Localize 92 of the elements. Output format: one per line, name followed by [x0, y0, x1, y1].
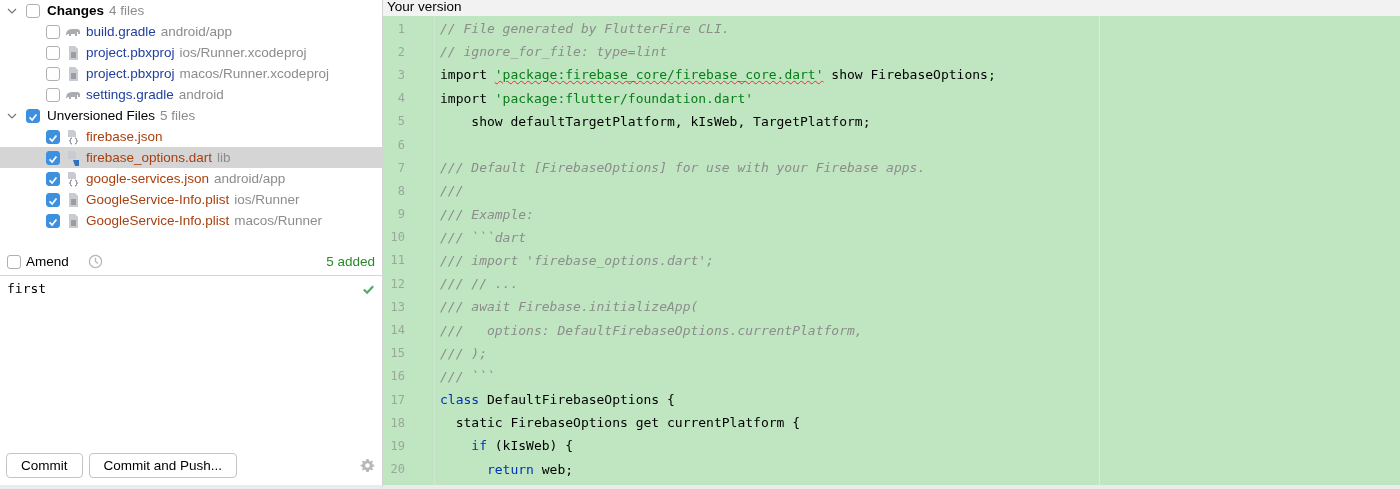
code-line: /// options: DefaultFirebaseOptions.currentPlatform, [440, 322, 863, 338]
code-line: return web; [485, 461, 574, 477]
line-number: 3 [396, 67, 405, 82]
group-label: Changes [47, 3, 104, 18]
code-line: // ignore_for_file: type=lint [440, 44, 667, 60]
checkbox[interactable] [46, 87, 60, 102]
code-line: /// Default [FirebaseOptions] for use with your Firebase apps. [440, 160, 926, 176]
file-row[interactable]: project.pbxproj macos/Runner.xcodeproj [0, 63, 382, 84]
code-line: /// await Firebase.initializeApp( [440, 299, 699, 315]
file-name: GoogleService-Info.plist [86, 213, 230, 228]
code-line: static FirebaseOptions get currentPlatform { [454, 415, 801, 431]
file-count: 5 files [160, 108, 196, 123]
code-line: /// ``` [440, 368, 495, 384]
code-line: /// ```dart [440, 229, 527, 245]
file-name: project.pbxproj [86, 66, 175, 81]
checkbox[interactable] [26, 108, 40, 123]
file-row[interactable]: GoogleService-Info.plist macos/Runner [0, 210, 382, 231]
line-number: 20 [389, 462, 405, 477]
line-number: 18 [389, 415, 405, 430]
line-number: 13 [389, 299, 405, 314]
code-line: /// Example: [440, 206, 534, 222]
code-line: show defaultTargetPlatform, kIsWeb, TargetPlatform; [470, 113, 871, 129]
file-path: android/app [214, 171, 286, 186]
file-path: ios/Runner [234, 192, 300, 207]
code-line: /// import 'firebase_options.dart'; [440, 252, 714, 268]
code-line: class DefaultFirebaseOptions { [440, 392, 675, 408]
file-row[interactable]: google-services.json android/app [0, 168, 382, 189]
code-line: // File generated by FlutterFire CLI. [440, 21, 730, 37]
file-name: build.gradle [86, 24, 156, 39]
line-number: 7 [396, 160, 405, 175]
checkbox[interactable] [46, 66, 60, 81]
line-number: 5 [396, 114, 405, 129]
file-name: project.pbxproj [86, 45, 175, 60]
checkbox[interactable] [26, 3, 40, 18]
checkbox[interactable] [46, 171, 60, 186]
file-path: macos/Runner.xcodeproj [179, 66, 329, 81]
commit-message-field[interactable]: first [0, 276, 382, 453]
line-number: 14 [389, 323, 405, 338]
line-number: 2 [396, 44, 405, 59]
checkbox[interactable] [46, 213, 60, 228]
file-row[interactable]: GoogleService-Info.plist ios/Runner [0, 189, 382, 210]
line-number: 16 [389, 369, 405, 384]
code-line: /// ); [440, 345, 487, 361]
file-row[interactable]: firebase_options.dart lib [0, 147, 382, 168]
checkbox[interactable] [7, 254, 21, 269]
file-name: GoogleService-Info.plist [86, 192, 230, 207]
file-row[interactable]: settings.gradle android [0, 84, 382, 105]
line-number: 10 [389, 230, 405, 245]
commit-button[interactable]: Commit and Push... [88, 453, 238, 478]
file-path: android [178, 87, 224, 102]
json-file-icon [65, 170, 81, 187]
file-path: lib [217, 150, 231, 165]
line-number: 19 [389, 438, 405, 453]
checkbox[interactable] [46, 150, 60, 165]
checkbox[interactable] [46, 192, 60, 207]
commit-button[interactable]: Commit [6, 453, 83, 478]
file-row[interactable]: firebase.json [0, 126, 382, 147]
file-name: firebase_options.dart [86, 150, 213, 165]
file-path: android/app [160, 24, 233, 39]
file-path: macos/Runner [234, 213, 323, 228]
pane-title: Your version [383, 0, 1400, 16]
clock-icon[interactable] [87, 254, 103, 269]
line-number: 15 [389, 346, 405, 361]
file-name: settings.gradle [86, 87, 174, 102]
line-number: 8 [396, 183, 405, 198]
code-line: if (kIsWeb) { [470, 438, 574, 454]
line-number: 1 [396, 21, 405, 36]
line-number: 9 [396, 207, 405, 222]
code-line: import 'package:firebase_core/firebase_core.dart' show FirebaseOptions; [440, 67, 996, 83]
file-path: ios/Runner.xcodeproj [179, 45, 307, 60]
checkbox[interactable] [46, 45, 60, 60]
line-number: 6 [396, 137, 405, 152]
code-line: /// // ... [440, 276, 519, 292]
amend-label: Amend [26, 254, 69, 269]
file-count: 4 files [109, 3, 145, 18]
checkbox[interactable] [46, 24, 60, 39]
settings-icon[interactable] [360, 458, 375, 473]
code-line: import 'package:flutter/foundation.dart' [440, 90, 754, 106]
file-name: firebase.json [86, 129, 163, 144]
line-number: 17 [389, 392, 405, 407]
line-number: 4 [396, 91, 405, 106]
json-file-icon [65, 128, 81, 145]
code-line: /// [440, 183, 464, 199]
dart-file-icon [65, 149, 81, 166]
change-summary: 5 added [326, 254, 375, 269]
file-row[interactable]: build.gradle android/app [0, 21, 382, 42]
group-label: Unversioned Files [47, 108, 156, 123]
line-number: 12 [389, 276, 405, 291]
line-number: 11 [389, 253, 405, 268]
checkbox[interactable] [46, 129, 60, 144]
file-name: google-services.json [86, 171, 210, 186]
file-row[interactable]: project.pbxproj ios/Runner.xcodeproj [0, 42, 382, 63]
